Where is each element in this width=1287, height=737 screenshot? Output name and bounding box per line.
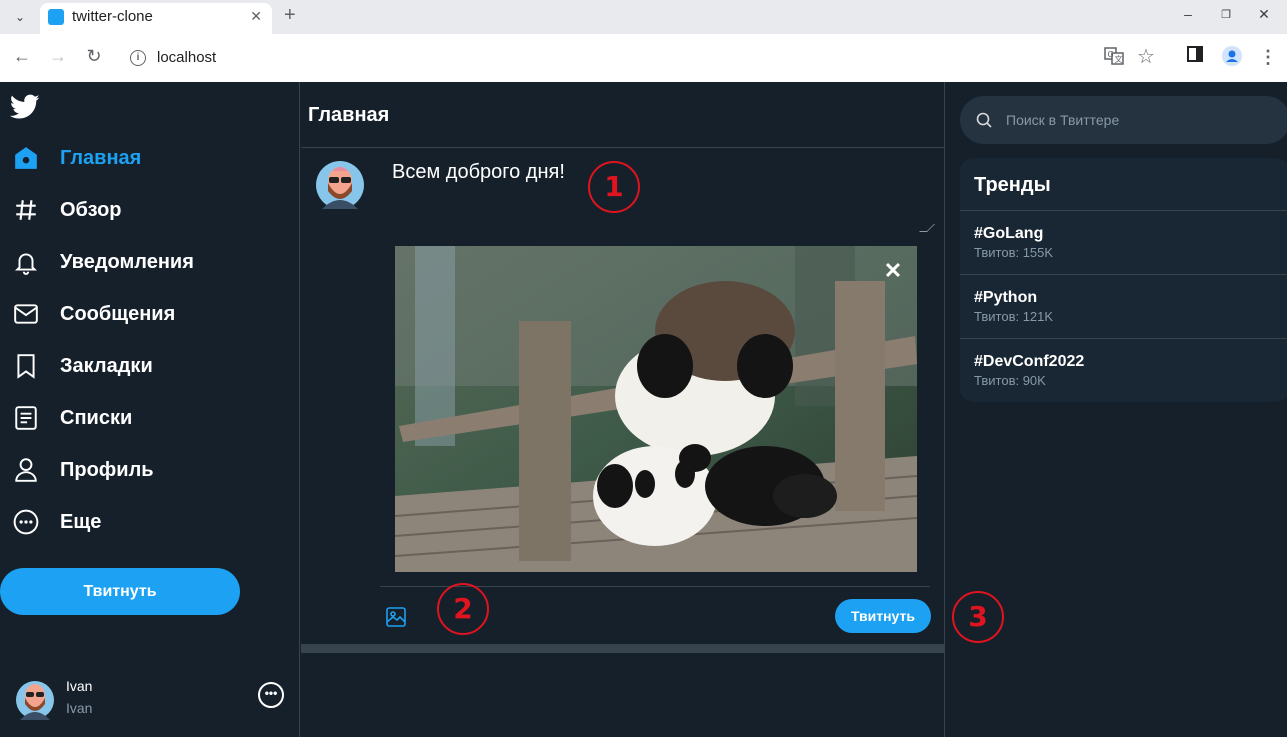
- forward-icon[interactable]: →: [46, 46, 70, 67]
- user-icon: [12, 456, 40, 484]
- side-panel-icon[interactable]: [1184, 46, 1206, 68]
- sidebar-item-messages[interactable]: Сообщения: [12, 294, 175, 334]
- browser-tab[interactable]: twitter-clone ✕: [40, 3, 272, 34]
- trends-title: Тренды: [974, 174, 1051, 196]
- sidebar-item-label: Обзор: [60, 198, 122, 221]
- trends-panel: Тренды #GoLang Твитов: 155K #Python Твит…: [960, 158, 1287, 402]
- image-icon[interactable]: [386, 607, 406, 627]
- main-header: Главная: [301, 82, 945, 148]
- sidebar-item-label: Уведомления: [60, 250, 194, 273]
- hashtag-icon: [12, 196, 40, 224]
- bookmark-star-icon[interactable]: ☆: [1135, 46, 1157, 68]
- translate-icon[interactable]: G文: [1103, 46, 1125, 68]
- sidebar-item-label: Главная: [60, 146, 142, 169]
- svg-text:文: 文: [1115, 54, 1123, 64]
- sidebar-item-profile[interactable]: Профиль: [12, 450, 154, 490]
- annotation-marker-1: 1: [588, 161, 640, 213]
- tab-title: twitter-clone: [72, 8, 153, 25]
- sidebar-item-label: Списки: [60, 406, 133, 429]
- trend-tag: #GoLang: [974, 225, 1044, 242]
- page-title: Главная: [308, 104, 390, 126]
- tweet-composer: ✕ Твитнуть: [301, 149, 945, 644]
- annotation-marker-3: 3: [952, 591, 1004, 643]
- profile-icon[interactable]: [1221, 46, 1243, 68]
- trend-tag: #Python: [974, 289, 1038, 306]
- url-text[interactable]: localhost: [157, 49, 216, 66]
- avatar: [316, 161, 364, 209]
- trend-count: Твитов: 90K: [974, 373, 1046, 388]
- home-icon: [12, 144, 40, 172]
- new-tab-icon[interactable]: +: [284, 4, 296, 27]
- sidebar-item-home[interactable]: Главная: [12, 138, 141, 178]
- tab-strip: ⌄ twitter-clone ✕ + – ❐ ✕: [0, 0, 1287, 34]
- account-switcher[interactable]: Ivan Ivan •••: [16, 676, 296, 720]
- submit-tweet-button[interactable]: Твитнуть: [835, 599, 931, 633]
- trend-count: Твитов: 155K: [974, 245, 1054, 260]
- trend-item[interactable]: #Python Твитов: 121K: [960, 275, 1287, 339]
- sidebar: Главная Обзор Уведомления Сообщения Закл…: [0, 82, 300, 737]
- list-icon: [12, 404, 40, 432]
- envelope-icon: [12, 300, 40, 328]
- more-options-icon[interactable]: •••: [258, 682, 284, 708]
- trend-item[interactable]: #GoLang Твитов: 155K: [960, 211, 1287, 275]
- tweet-button[interactable]: Твитнуть: [0, 568, 240, 615]
- feed-separator: [301, 644, 945, 653]
- twitter-app: Главная Обзор Уведомления Сообщения Закл…: [0, 82, 1287, 737]
- back-icon[interactable]: ←: [10, 46, 34, 67]
- sidebar-item-bookmarks[interactable]: Закладки: [12, 346, 153, 386]
- restore-icon[interactable]: ❐: [1216, 8, 1236, 21]
- user-name: Ivan: [66, 678, 93, 694]
- sidebar-item-label: Закладки: [60, 354, 153, 377]
- annotation-marker-2: 2: [437, 583, 489, 635]
- tab-search-chevron-icon[interactable]: ⌄: [10, 8, 30, 26]
- avatar: [16, 676, 54, 720]
- sidebar-item-explore[interactable]: Обзор: [12, 190, 122, 230]
- trend-tag: #DevConf2022: [974, 353, 1085, 370]
- attached-photo: [395, 246, 917, 572]
- remove-photo-icon[interactable]: ✕: [881, 259, 905, 283]
- browser-toolbar: ← → ↻ i localhost G文 ☆ ⋮: [0, 34, 1287, 82]
- twitter-logo-icon[interactable]: [9, 94, 40, 120]
- right-column: Тренды #GoLang Твитов: 155K #Python Твит…: [946, 82, 1287, 737]
- bell-icon: [12, 248, 40, 276]
- tab-close-icon[interactable]: ✕: [250, 8, 262, 25]
- search-icon: [976, 112, 992, 128]
- site-info-icon[interactable]: i: [130, 50, 146, 66]
- bookmark-icon: [12, 352, 40, 380]
- search-box[interactable]: [960, 96, 1287, 144]
- sidebar-item-lists[interactable]: Списки: [12, 398, 132, 438]
- tweet-textarea[interactable]: [391, 157, 931, 235]
- browser-chrome: ⌄ twitter-clone ✕ + – ❐ ✕ ← → ↻ i localh…: [0, 0, 1287, 82]
- browser-menu-icon[interactable]: ⋮: [1257, 46, 1279, 68]
- address-bar[interactable]: i localhost: [120, 40, 1170, 76]
- twitter-favicon-icon: [48, 9, 64, 25]
- sidebar-item-label: Еще: [60, 510, 102, 533]
- sidebar-item-notifications[interactable]: Уведомления: [12, 242, 194, 282]
- sidebar-item-label: Сообщения: [60, 302, 176, 325]
- more-icon: [12, 508, 40, 536]
- sidebar-item-label: Профиль: [60, 458, 154, 481]
- svg-text:G: G: [1108, 50, 1114, 59]
- user-handle: Ivan: [66, 700, 93, 716]
- sidebar-item-more[interactable]: Еще: [12, 502, 101, 542]
- trend-item[interactable]: #DevConf2022 Твитов: 90K: [960, 339, 1287, 403]
- window-close-icon[interactable]: ✕: [1254, 6, 1274, 23]
- trend-count: Твитов: 121K: [974, 309, 1054, 324]
- reload-icon[interactable]: ↻: [82, 46, 106, 67]
- minimize-icon[interactable]: –: [1178, 6, 1198, 22]
- search-input[interactable]: [1006, 108, 1276, 132]
